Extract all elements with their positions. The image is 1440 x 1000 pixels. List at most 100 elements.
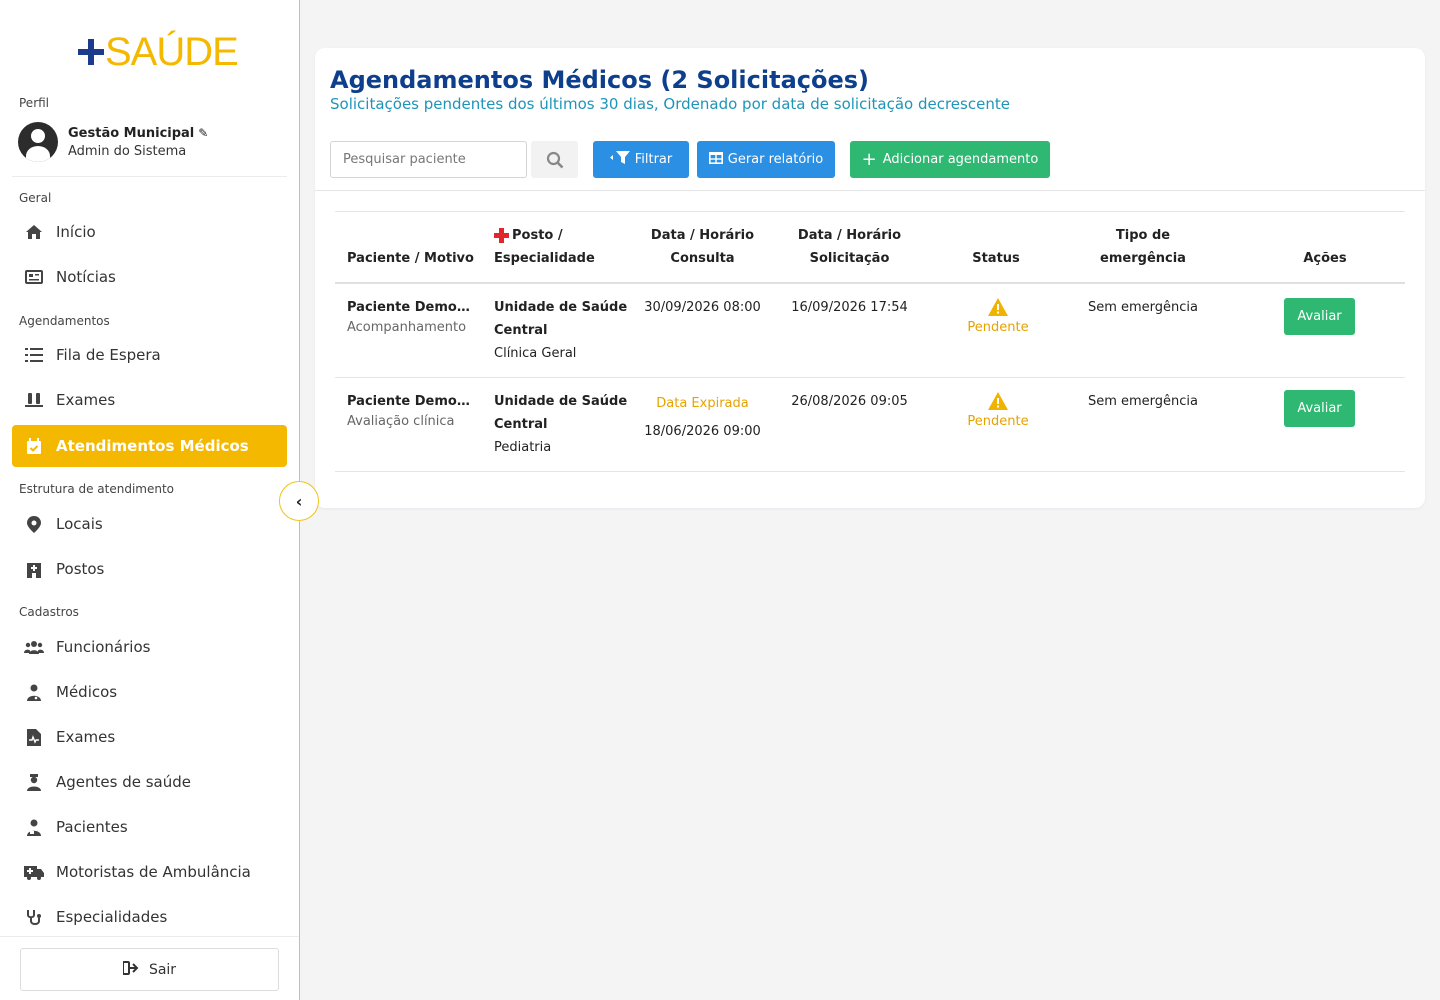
- sidebar-item-fila[interactable]: Fila de Espera: [12, 334, 287, 376]
- posto-name: Unidade de Saúde Central: [494, 390, 627, 436]
- evaluate-button[interactable]: Avaliar: [1284, 390, 1355, 427]
- logo-text: SAÚDE: [105, 30, 239, 74]
- user-injured-icon: [24, 819, 44, 836]
- emergency-type: Sem emergência: [1087, 300, 1199, 315]
- header-acoes: Ações: [1303, 251, 1347, 266]
- table-row: Paciente Demonstração Acompanhamento Uni…: [335, 284, 1405, 378]
- sidebar-item-noticias[interactable]: Notícias: [12, 256, 287, 298]
- sidebar-item-locais[interactable]: Locais: [12, 503, 287, 545]
- newspaper-icon: [24, 270, 44, 284]
- add-appointment-button[interactable]: + Adicionar agendamento: [850, 141, 1050, 178]
- section-label-agendamentos: Agendamentos: [19, 314, 110, 328]
- appointment-reason: Acompanhamento: [347, 320, 467, 335]
- search-button[interactable]: [531, 141, 578, 178]
- sidebar-item-label: Exames: [56, 391, 116, 409]
- status-badge: Pendente: [958, 392, 1038, 429]
- sidebar-item-label: Postos: [56, 560, 105, 578]
- report-button[interactable]: Gerar relatório: [697, 141, 835, 178]
- sidebar-collapse-button[interactable]: ‹: [279, 481, 319, 521]
- header-consulta-line1: Data / Horário: [650, 228, 755, 243]
- sidebar-item-label: Agentes de saúde: [56, 773, 191, 791]
- header-solicitacao: Data / Horário Solicitação: [782, 224, 917, 270]
- sidebar-item-label: Notícias: [56, 268, 116, 286]
- search-input[interactable]: [330, 141, 527, 178]
- logout-area: Sair: [0, 936, 299, 1000]
- user-nurse-icon: [24, 773, 44, 791]
- filter-button[interactable]: Filtrar: [593, 141, 689, 178]
- sign-out-icon: [121, 960, 139, 979]
- avatar: [18, 122, 58, 162]
- sidebar-item-agentes[interactable]: Agentes de saúde: [12, 761, 287, 803]
- sidebar-item-label: Exames: [56, 728, 116, 746]
- specialty: Clínica Geral: [494, 346, 577, 361]
- appointments-card: Agendamentos Médicos (2 Solicitações) So…: [315, 48, 1425, 508]
- status-text: Pendente: [967, 320, 1029, 335]
- filter-label: Filtrar: [634, 152, 673, 167]
- profile: Gestão Municipal ✎ Admin do Sistema: [18, 122, 208, 162]
- sidebar-item-pacientes[interactable]: Pacientes: [12, 806, 287, 848]
- header-posto-line1: Posto /: [512, 228, 563, 243]
- sidebar-item-label: Médicos: [56, 683, 118, 701]
- header-tipo: Tipo de emergência: [1083, 224, 1203, 270]
- sidebar-item-exames-cadastro[interactable]: Exames: [12, 716, 287, 758]
- user-doctor-icon: [24, 684, 44, 701]
- search-icon: [546, 151, 563, 168]
- header-consulta: Data / Horário Consulta: [635, 224, 770, 270]
- request-datetime: 16/09/2026 17:54: [791, 300, 908, 315]
- warning-icon: [988, 392, 1008, 410]
- sidebar-item-exames[interactable]: Exames: [12, 379, 287, 421]
- header-status: Status: [972, 251, 1020, 266]
- request-datetime: 26/08/2026 09:05: [791, 394, 908, 409]
- evaluate-button[interactable]: Avaliar: [1284, 298, 1355, 335]
- sidebar-item-motoristas[interactable]: Motoristas de Ambulância: [12, 851, 287, 893]
- brand-logo[interactable]: SAÚDE: [78, 28, 239, 76]
- edit-icon[interactable]: ✎: [198, 126, 208, 140]
- warning-icon: [988, 298, 1008, 316]
- header-tipo-line1: Tipo de: [1115, 228, 1171, 243]
- specialty: Pediatria: [494, 440, 552, 455]
- profile-name: Gestão Municipal: [68, 125, 195, 141]
- header-posto: Posto /: [494, 224, 563, 247]
- table-row: Paciente Demonstração Avaliação clínica …: [335, 378, 1405, 472]
- sidebar-item-medicos[interactable]: Médicos: [12, 671, 287, 713]
- sidebar-item-atendimentos[interactable]: Atendimentos Médicos: [12, 425, 287, 467]
- appointments-table: Paciente / Motivo Posto / Especialidade …: [335, 211, 1405, 472]
- header-especialidade: Especialidade: [494, 251, 595, 266]
- posto-line1: Unidade de Saúde: [494, 394, 628, 409]
- divider: [12, 176, 287, 177]
- plus-icon: [78, 39, 104, 65]
- posto-line1: Unidade de Saúde: [494, 300, 628, 315]
- section-label-estrutura: Estrutura de atendimento: [19, 482, 175, 496]
- section-label-geral: Geral: [19, 191, 52, 205]
- chevron-left-icon: ‹: [295, 491, 303, 511]
- home-icon: [24, 224, 44, 240]
- sidebar-item-label: Funcionários: [56, 638, 151, 656]
- header-tipo-line2: emergência: [1100, 251, 1186, 266]
- section-label-profile: Perfil: [19, 96, 50, 110]
- section-label-cadastros: Cadastros: [19, 605, 79, 619]
- vials-icon: [24, 392, 44, 408]
- posto-name: Unidade de Saúde Central: [494, 296, 627, 342]
- sidebar-item-label: Fila de Espera: [56, 346, 161, 364]
- users-icon: [24, 640, 44, 654]
- page-subtitle: Solicitações pendentes dos últimos 30 di…: [330, 95, 1010, 113]
- stethoscope-icon: [24, 909, 44, 926]
- logout-button[interactable]: Sair: [20, 948, 279, 991]
- divider: [315, 190, 1425, 191]
- file-medical-icon: [24, 728, 44, 746]
- sidebar-item-postos[interactable]: Postos: [12, 548, 287, 590]
- hospital-icon: [24, 561, 44, 578]
- sidebar-item-inicio[interactable]: Início: [12, 211, 287, 253]
- logout-label: Sair: [148, 961, 177, 978]
- sidebar-item-funcionarios[interactable]: Funcionários: [12, 626, 287, 668]
- appointment-reason: Avaliação clínica: [347, 414, 455, 429]
- table-icon: [708, 151, 723, 168]
- posto-line2: Central: [494, 417, 548, 432]
- consultation-datetime: 18/06/2026 09:00: [644, 424, 761, 439]
- sidebar-item-label: Especialidades: [56, 908, 168, 926]
- report-label: Gerar relatório: [727, 152, 824, 167]
- table-header: Paciente / Motivo Posto / Especialidade …: [335, 211, 1405, 284]
- header-paciente: Paciente / Motivo: [347, 251, 474, 266]
- sidebar-item-especialidades[interactable]: Especialidades: [12, 896, 287, 938]
- calendar-check-icon: [24, 437, 44, 455]
